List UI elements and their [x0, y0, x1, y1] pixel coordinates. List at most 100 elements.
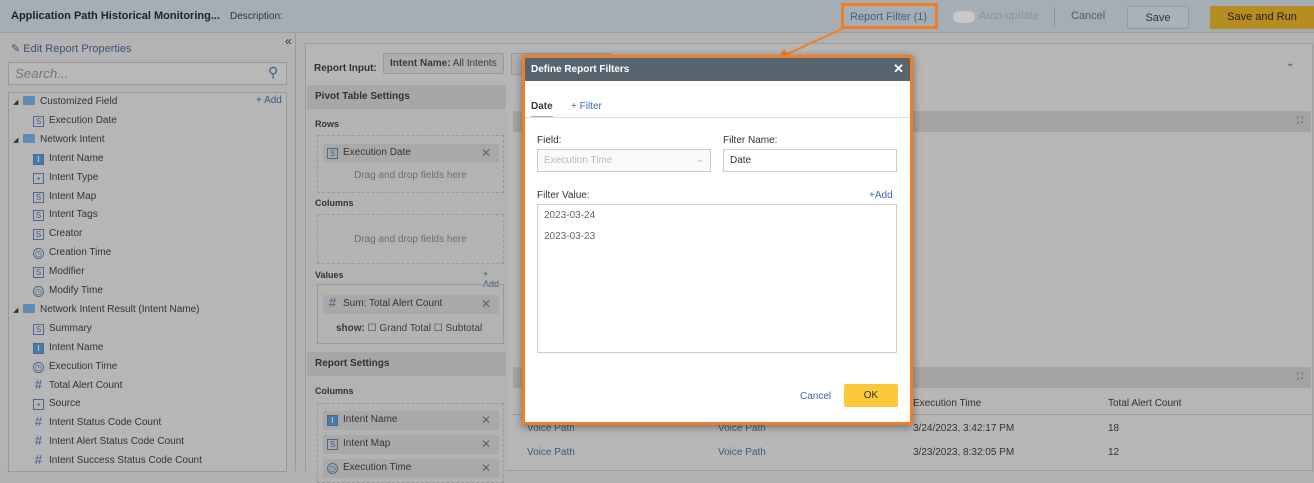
tree-item-label: Creator	[49, 228, 83, 240]
tab-date[interactable]: Date	[531, 101, 553, 118]
table-cell: 3/24/2023, 3:42:17 PM	[913, 423, 1015, 434]
tree-item[interactable]: ◢ Customized Field	[13, 93, 117, 111]
tree-item[interactable]: # Total Alert Count	[33, 376, 123, 395]
ok-button[interactable]: OK	[844, 384, 898, 407]
edit-report-properties-link[interactable]: ✎ Edit Report Properties	[11, 42, 132, 55]
tree-item-label: Intent Status Code Count	[49, 417, 162, 429]
number-field-icon: #	[34, 376, 43, 392]
values-label: Values	[315, 270, 344, 280]
pencil-icon: ✎	[11, 43, 21, 55]
list-field-icon: ▪	[33, 399, 44, 411]
remove-icon[interactable]: ✕	[481, 437, 491, 451]
column-field[interactable]: ◷ Execution Time ✕	[323, 459, 499, 478]
tree-item[interactable]: I Intent Name	[33, 150, 103, 168]
filter-value-item[interactable]: 2023-03-23	[544, 231, 890, 242]
column-field[interactable]: I Intent Name ✕	[323, 411, 499, 430]
values-field[interactable]: # Sum: Total Alert Count ✕	[323, 295, 499, 314]
tree-item[interactable]: ▪ Intent Type	[33, 169, 98, 187]
remove-icon[interactable]: ✕	[481, 461, 491, 475]
intent-name-chip[interactable]: Intent Name: All Intents	[383, 53, 504, 74]
tree-item[interactable]: ◢ Network Intent Result (Intent Name)	[13, 301, 200, 319]
chevron-down-icon[interactable]: ⌄	[1286, 58, 1294, 69]
tree-item[interactable]: ◷ Creation Time	[33, 244, 111, 262]
add-filter-tab[interactable]: + Filter	[571, 101, 602, 112]
cancel-button[interactable]: Cancel	[1071, 10, 1105, 22]
string-field-icon: S	[33, 323, 44, 335]
tree-item[interactable]: S Modifier	[33, 263, 85, 281]
expand-triangle-icon[interactable]: ◢	[13, 94, 23, 112]
tree-item[interactable]: ◷ Modify Time	[33, 282, 103, 300]
field-label: Sum: Total Alert Count	[343, 298, 443, 309]
save-button[interactable]: Save	[1127, 6, 1189, 29]
add-field-link[interactable]: + Add	[256, 95, 282, 106]
string-field-icon: S	[33, 229, 44, 241]
clock-icon: ◷	[33, 286, 44, 297]
save-and-run-button[interactable]: Save and Run	[1210, 6, 1314, 29]
clock-icon: ◷	[33, 361, 44, 373]
report-filter-button[interactable]: Report Filter (1)	[841, 3, 938, 29]
folder-icon	[23, 133, 35, 143]
expand-triangle-icon[interactable]: ◢	[13, 302, 23, 320]
show-label: show:	[336, 323, 365, 334]
filter-name-input[interactable]: Date	[723, 149, 897, 172]
chip-value: All Intents	[452, 58, 497, 69]
intent-field-icon: I	[33, 342, 44, 354]
folder-icon	[23, 303, 35, 313]
search-input[interactable]	[8, 62, 287, 85]
columns-drop-zone[interactable]: Drag and drop fields here	[317, 214, 504, 264]
grand-total-label: Grand Total	[379, 323, 431, 334]
subtotal-checkbox[interactable]: ☐	[434, 323, 443, 334]
report-title: Application Path Historical Monitoring..…	[11, 10, 221, 22]
intent-field-icon: I	[33, 153, 44, 165]
tree-item-label: Execution Time	[49, 360, 118, 372]
add-value-link[interactable]: +Add	[869, 190, 893, 201]
tree-item-label: Intent Success Status Code Count	[49, 455, 202, 467]
rs-columns-zone[interactable]: I Intent Name ✕ S Intent Map ✕ ◷ Execution Ti…	[317, 403, 504, 483]
remove-icon[interactable]: ✕	[481, 413, 491, 427]
expand-icon[interactable]: ⛶	[1297, 115, 1303, 126]
search-icon[interactable]: ⚲	[268, 64, 278, 81]
filter-value-item[interactable]: 2023-03-24	[544, 210, 890, 221]
filter-value-list[interactable]: 2023-03-24 2023-03-23	[537, 204, 897, 353]
column-field[interactable]: S Intent Map ✕	[323, 435, 499, 454]
expand-icon[interactable]: ⛶	[1297, 371, 1303, 382]
close-icon[interactable]: ✕	[893, 61, 904, 77]
collapse-sidebar-icon[interactable]: «	[285, 34, 292, 48]
tree-item[interactable]: # Intent Status Code Count	[33, 414, 161, 432]
rows-drop-zone[interactable]: S Execution Date ✕ Drag and drop fields he…	[317, 135, 504, 193]
table-cell: 18	[1108, 423, 1120, 434]
remove-icon[interactable]: ✕	[481, 146, 491, 160]
tree-item-label: Source	[49, 398, 81, 410]
tree-item[interactable]: ▪ Source	[33, 395, 81, 413]
tree-item[interactable]: I Intent Name	[33, 339, 103, 357]
auto-update-toggle[interactable]	[953, 11, 975, 23]
columns-label: Columns	[315, 198, 354, 208]
tree-item[interactable]: S Intent Map	[33, 188, 96, 206]
report-input-label: Report Input:	[314, 63, 377, 74]
tree-item[interactable]: S Execution Date	[33, 112, 117, 130]
dialog-cancel-button[interactable]: Cancel	[800, 391, 831, 402]
table-cell-link[interactable]: Voice Path	[718, 447, 766, 458]
dialog-title: Define Report Filters	[531, 64, 630, 75]
tree-item-label: Intent Tags	[49, 209, 98, 221]
table-cell-link[interactable]: Voice Path	[527, 447, 575, 458]
column-header[interactable]: Execution Time	[913, 398, 981, 409]
tree-item[interactable]: S Creator	[33, 225, 82, 243]
rows-field[interactable]: S Execution Date ✕	[323, 144, 499, 163]
string-field-icon: S	[33, 115, 44, 127]
tree-item[interactable]: ◢ Network Intent	[13, 131, 104, 149]
tree-item[interactable]: ◷ Execution Time	[33, 358, 117, 376]
tree-item[interactable]: S Intent Tags	[33, 206, 98, 224]
field-select[interactable]: Execution Time ⌄	[537, 149, 711, 172]
chip-key: Intent Name:	[390, 58, 451, 69]
tree-item-label: Intent Name	[49, 341, 104, 353]
column-header[interactable]: Total Alert Count	[1108, 398, 1181, 409]
values-zone[interactable]: # Sum: Total Alert Count ✕ show: ☐ Grand T…	[317, 284, 504, 344]
tree-item[interactable]: # Intent Alert Status Code Count	[33, 433, 184, 451]
expand-triangle-icon[interactable]: ◢	[13, 132, 23, 150]
tree-item[interactable]: S Summary	[33, 320, 92, 338]
grand-total-checkbox[interactable]: ☐	[368, 323, 377, 334]
tree-item[interactable]: # Intent Success Status Code Count	[33, 452, 202, 470]
number-field-icon: #	[34, 414, 43, 430]
remove-icon[interactable]: ✕	[481, 297, 491, 311]
